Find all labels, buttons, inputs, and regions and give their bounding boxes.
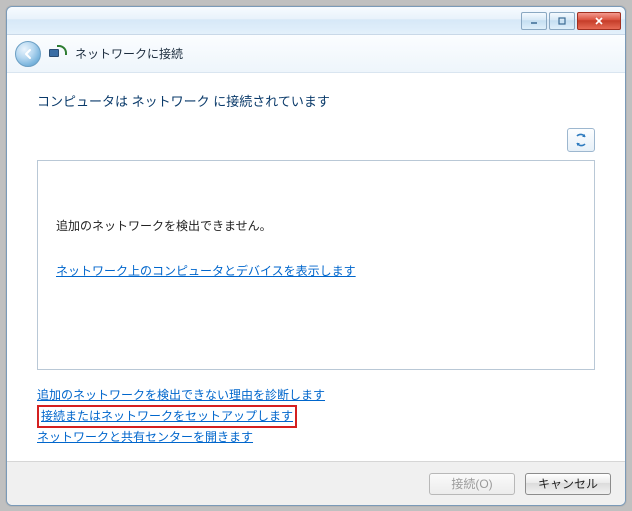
show-devices-link[interactable]: ネットワーク上のコンピュータとデバイスを表示します xyxy=(56,262,356,279)
main-heading: コンピュータは ネットワーク に接続されています xyxy=(37,91,595,110)
minimize-button[interactable] xyxy=(521,12,547,30)
network-icon xyxy=(49,45,67,63)
back-button[interactable] xyxy=(15,41,41,67)
help-links: 追加のネットワークを検出できない理由を診断します 接続またはネットワークをセット… xyxy=(37,386,595,448)
diagnose-link[interactable]: 追加のネットワークを検出できない理由を診断します xyxy=(37,386,595,405)
titlebar xyxy=(7,7,625,35)
refresh-button[interactable] xyxy=(567,128,595,152)
status-text: 追加のネットワークを検出できません。 xyxy=(56,217,576,234)
content-area: コンピュータは ネットワーク に接続されています 追加のネットワークを検出できま… xyxy=(7,73,625,461)
connect-button: 接続(O) xyxy=(429,473,515,495)
setup-connection-link[interactable]: 接続またはネットワークをセットアップします xyxy=(41,407,293,426)
window-title: ネットワークに接続 xyxy=(75,45,183,62)
maximize-button[interactable] xyxy=(549,12,575,30)
sharing-center-link[interactable]: ネットワークと共有センターを開きます xyxy=(37,428,595,447)
close-button[interactable] xyxy=(577,12,621,30)
cancel-button[interactable]: キャンセル xyxy=(525,473,611,495)
header: ネットワークに接続 xyxy=(7,35,625,73)
footer: 接続(O) キャンセル xyxy=(7,461,625,505)
refresh-icon xyxy=(574,133,588,147)
dialog-window: ネットワークに接続 コンピュータは ネットワーク に接続されています 追加のネッ… xyxy=(6,6,626,506)
network-list: 追加のネットワークを検出できません。 ネットワーク上のコンピュータとデバイスを表… xyxy=(37,160,595,370)
